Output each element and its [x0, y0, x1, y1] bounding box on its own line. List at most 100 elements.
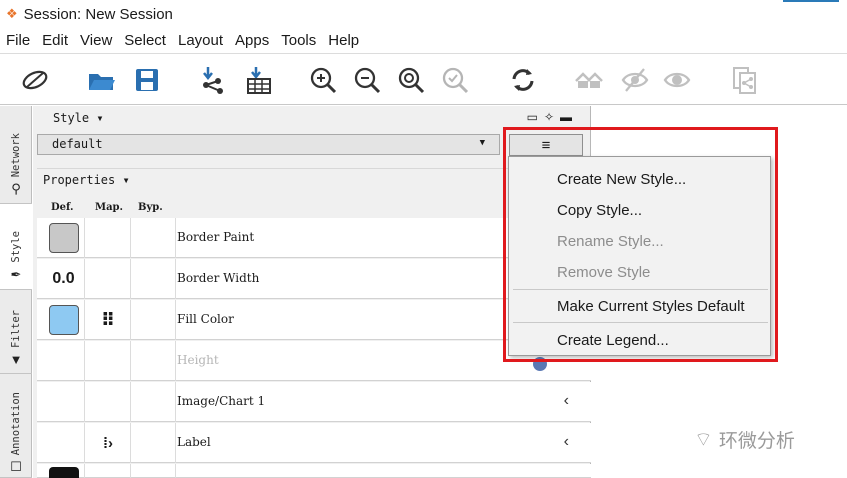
column-map: Map. [95, 202, 124, 213]
hide-icon[interactable] [618, 63, 652, 97]
show-icon[interactable] [660, 63, 694, 97]
property-label: Height [177, 353, 219, 367]
mapping-cell[interactable]: ⁞› [86, 423, 131, 463]
style-selector[interactable]: default ▼ [37, 134, 500, 155]
color-swatch[interactable] [48, 223, 79, 253]
tab-network[interactable]: Network ⚲ [0, 106, 32, 204]
property-label: Border Paint [177, 230, 255, 244]
import-network-icon[interactable] [196, 63, 230, 97]
mapping-cell[interactable] [86, 382, 131, 422]
menu-copy-style[interactable]: Copy Style... [509, 195, 772, 225]
default-value: 0.0 [52, 270, 75, 287]
style-options-button[interactable]: ≡ [509, 134, 583, 156]
column-def: Def. [51, 202, 74, 213]
info-icon[interactable] [533, 357, 547, 371]
menu-apps[interactable]: Apps [229, 32, 275, 49]
passthrough-mapping-icon: ⁞› [103, 434, 113, 452]
zoom-out-icon[interactable] [350, 63, 384, 97]
refresh-layout-icon[interactable] [506, 63, 540, 97]
mapping-cell[interactable]: ⠿ [86, 300, 131, 340]
watermark-text: 环微分析 [718, 431, 795, 452]
default-cell[interactable] [43, 382, 85, 422]
home-icon[interactable] [572, 63, 606, 97]
mapping-cell[interactable] [86, 259, 131, 299]
color-swatch[interactable] [48, 467, 79, 478]
column-headers: Def. Map. Byp. [37, 198, 537, 218]
discrete-mapping-icon: ⠿ [100, 309, 116, 330]
zoom-in-icon[interactable] [306, 63, 340, 97]
zoom-selected-icon[interactable] [438, 63, 472, 97]
bypass-cell[interactable] [132, 464, 176, 478]
property-row-label[interactable]: ⁞› Label ‹ [37, 423, 591, 463]
mapping-cell[interactable] [86, 464, 131, 478]
menu-layout[interactable]: Layout [172, 32, 229, 49]
bypass-cell[interactable] [132, 423, 176, 463]
bypass-cell[interactable] [132, 382, 176, 422]
menu-make-default[interactable]: Make Current Styles Default [509, 291, 772, 321]
tab-network-label: Network [10, 132, 22, 177]
network-logo-icon[interactable] [18, 63, 52, 97]
property-row-partial[interactable] [37, 464, 591, 478]
property-label: Fill Color [177, 312, 234, 326]
default-cell[interactable] [43, 341, 85, 381]
cytoscape-app-icon: ❖ [6, 6, 18, 21]
chevron-left-icon[interactable]: ‹ [564, 392, 569, 410]
style-selector-value: default [52, 137, 103, 151]
default-cell[interactable] [43, 218, 85, 258]
mapping-cell[interactable] [86, 218, 131, 258]
menu-create-legend[interactable]: Create Legend... [509, 325, 772, 355]
menu-help[interactable]: Help [322, 32, 365, 49]
default-cell[interactable] [43, 464, 85, 478]
property-label: Border Width [177, 271, 260, 285]
tab-annotation[interactable]: Annotation ☐ [0, 374, 32, 478]
style-header[interactable]: Style ▾ [33, 106, 591, 130]
zoom-fit-icon[interactable] [394, 63, 428, 97]
menu-view[interactable]: View [74, 32, 118, 49]
menu-edit[interactable]: Edit [36, 32, 74, 49]
tab-style[interactable]: Style ✒ [0, 204, 32, 290]
menu-separator [513, 289, 768, 290]
tab-filter[interactable]: Filter ▼ [0, 290, 32, 374]
menu-tools[interactable]: Tools [275, 32, 322, 49]
default-cell[interactable]: 0.0 [43, 259, 85, 299]
default-cell[interactable] [43, 300, 85, 340]
import-table-icon[interactable] [242, 63, 276, 97]
color-swatch[interactable] [48, 305, 79, 335]
column-byp: Byp. [138, 202, 163, 213]
menu-select[interactable]: Select [118, 32, 172, 49]
menu-file[interactable]: File [0, 32, 36, 49]
menu-create-new-style[interactable]: Create New Style... [509, 164, 772, 194]
filter-icon: ▼ [9, 352, 23, 367]
mapping-cell[interactable] [86, 341, 131, 381]
property-row-image-chart[interactable]: Image/Chart 1 ‹ [37, 382, 591, 422]
tab-style-label: Style [10, 231, 22, 263]
control-panel-tabs: Network ⚲ Style ✒ Filter ▼ Annotation ☐ [0, 106, 32, 478]
pin-icon[interactable]: ✧ [544, 110, 554, 124]
title-bar: ❖ Session: New Session [0, 0, 847, 28]
save-icon[interactable] [130, 63, 164, 97]
property-label: Label [177, 435, 211, 449]
open-folder-icon[interactable] [84, 63, 118, 97]
tab-annotation-label: Annotation [10, 392, 22, 456]
chevron-down-icon: ▼ [479, 138, 485, 148]
panel-controls: ▭ ✧ ▬ [527, 110, 572, 124]
bypass-cell[interactable] [132, 259, 176, 299]
menu-remove-style[interactable]: Remove Style [509, 257, 772, 287]
tab-filter-label: Filter [10, 310, 22, 348]
menu-rename-style[interactable]: Rename Style... [509, 226, 772, 256]
float-window-icon[interactable]: ▭ [527, 110, 538, 124]
bypass-cell[interactable] [132, 341, 176, 381]
toolbar [0, 55, 847, 105]
export-icon[interactable] [728, 63, 762, 97]
bypass-cell[interactable] [132, 218, 176, 258]
chevron-left-icon[interactable]: ‹ [564, 433, 569, 451]
annotation-icon: ☐ [10, 459, 22, 475]
brush-icon: ✒ [10, 267, 22, 282]
default-cell[interactable] [43, 423, 85, 463]
property-label: Image/Chart 1 [177, 394, 266, 408]
menu-bar: File Edit View Select Layout Apps Tools … [0, 28, 847, 54]
minimize-icon[interactable]: ▬ [560, 110, 572, 124]
window-accent-line [783, 0, 839, 2]
chat-bubble-icon: ⌔ [694, 429, 713, 451]
bypass-cell[interactable] [132, 300, 176, 340]
